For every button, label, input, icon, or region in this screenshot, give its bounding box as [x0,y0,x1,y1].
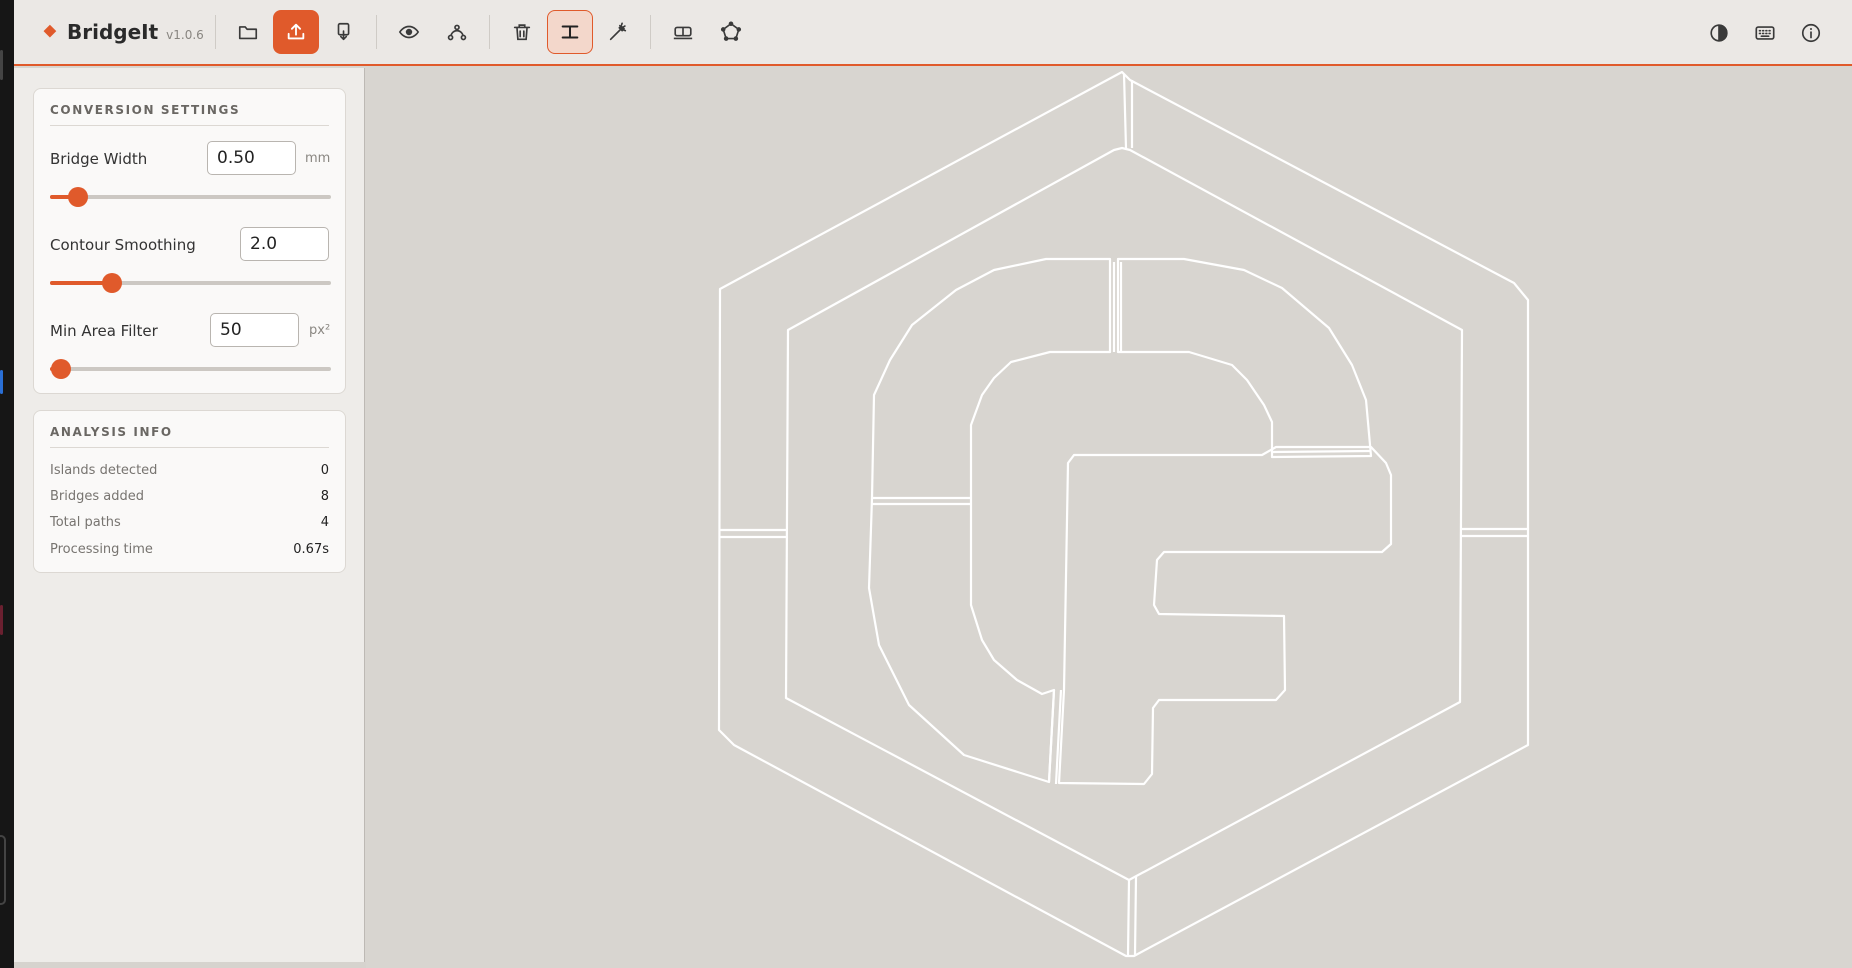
min-area-unit: px² [309,323,331,338]
edge-marker [0,50,3,80]
slider-thumb[interactable] [68,187,89,207]
bridge [1271,449,1371,454]
info-value: 0 [320,463,329,478]
contour-smoothing-label: Contour Smoothing [50,236,196,254]
toolbar-separator [489,15,490,49]
bridge-width-input[interactable]: 0.50 [207,141,296,175]
edge-marker [0,605,3,635]
stencil-preview [717,70,1530,958]
min-area-slider[interactable] [50,359,331,379]
info-row: Total paths 4 [50,515,329,530]
info-row: Processing time 0.67s [50,542,329,557]
letter-g-outer-path [867,257,1112,784]
app-name: BridgeIt [67,20,159,44]
info-label: Processing time [50,542,153,557]
polygon-button[interactable] [708,10,754,54]
analysis-info-panel: ANALYSIS INFO Islands detected 0 Bridges… [33,410,346,573]
shortcuts-button[interactable] [1743,11,1787,55]
bridge [872,496,971,506]
toolbar: BridgeIt v1.0.6 [14,0,1852,66]
info-value: 0.67s [293,542,329,557]
letter-f-path [1057,445,1393,786]
toolbar-separator [650,15,651,49]
theme-toggle-button[interactable] [1697,11,1741,55]
toolbar-separator [215,15,216,49]
bridge [1126,876,1138,956]
upload-button[interactable] [273,10,319,54]
settings-sidebar: CONVERSION SETTINGS Bridge Width 0.50 mm… [14,68,366,968]
app-window: BridgeIt v1.0.6 CONVERSION SETTINGS Brid… [14,0,1852,968]
bridge [1122,73,1134,149]
bridge-width-slider[interactable] [50,187,331,207]
edge-marker [0,370,3,394]
conversion-settings-panel: CONVERSION SETTINGS Bridge Width 0.50 mm… [33,88,346,394]
bridge [1462,527,1528,538]
eye-icon [398,25,420,39]
delete-button[interactable] [499,10,545,54]
info-row: Bridges added 8 [50,489,329,504]
bridge [719,528,786,539]
info-row: Islands detected 0 [50,463,329,478]
contrast-icon [1710,24,1728,42]
export-button[interactable] [321,10,367,54]
bridge-width-unit: mm [305,151,331,166]
window-edge [0,0,14,968]
contour-smoothing-input[interactable]: 2.0 [240,227,329,261]
outer-hexagon-path [717,70,1530,958]
toolbar-separator [376,15,377,49]
bezier-icon [447,24,467,41]
contour-smoothing-slider[interactable] [50,273,331,293]
bridge-tool-button[interactable] [547,10,593,54]
polygon-icon [720,21,742,41]
preview-button[interactable] [386,10,432,54]
path-edit-button[interactable] [434,10,480,54]
edge-marker [0,835,6,905]
min-area-input[interactable]: 50 [210,313,299,347]
toolbar-right [1696,11,1834,55]
logo-diamond-icon [43,24,57,37]
letter-g-right-path [1116,257,1373,459]
panel-title: ANALYSIS INFO [50,425,329,448]
min-area-label: Min Area Filter [50,322,158,340]
info-label: Bridges added [50,489,145,504]
bridge-icon [561,25,579,39]
magic-wand-icon [609,22,627,41]
about-button[interactable] [1789,11,1833,55]
stencil-button[interactable] [660,10,706,54]
folder-icon [238,26,258,40]
slider-thumb[interactable] [101,273,122,293]
panel-title: CONVERSION SETTINGS [50,103,329,126]
brand: BridgeIt v1.0.6 [43,20,207,44]
info-icon [1801,23,1821,43]
inner-hexagon-path [784,146,1464,882]
info-value: 4 [320,515,329,530]
app-version: v1.0.6 [166,28,204,42]
bridge-width-label: Bridge Width [50,150,148,168]
info-label: Total paths [50,515,121,530]
info-value: 8 [320,489,329,504]
info-label: Islands detected [50,463,158,478]
upload-icon [287,23,305,40]
sidebar-bottom-bar [14,962,366,968]
preview-canvas[interactable] [366,68,1852,968]
slider-thumb[interactable] [51,359,72,379]
download-icon [337,22,350,41]
open-file-button[interactable] [225,10,271,54]
auto-bridge-button[interactable] [595,10,641,54]
trash-icon [513,24,531,41]
keyboard-icon [1755,26,1775,40]
stencil-icon [673,26,693,40]
